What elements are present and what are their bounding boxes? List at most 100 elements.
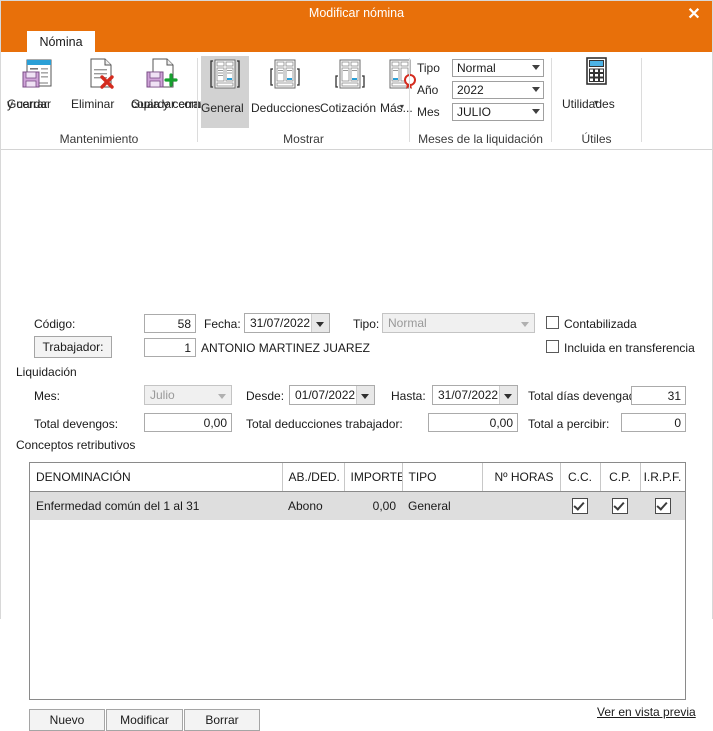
mes-value: Julio: [150, 388, 175, 402]
utilidades-button[interactable]: Utilidades ▾: [562, 56, 630, 111]
general-label: General: [201, 101, 244, 115]
cell-cp: [600, 491, 640, 520]
conceptos-grid[interactable]: DENOMINACIÓN AB./DED. IMPORTE TIPO Nº HO…: [29, 462, 686, 700]
ribbon-group-mantenimiento: Guardar y cerrar Eliminar Guardar como c…: [1, 52, 211, 148]
mas-label: Más...: [380, 101, 413, 115]
document-general-icon: [201, 56, 249, 99]
trabajador-code-input[interactable]: 1: [144, 338, 196, 357]
chevron-down-icon: [214, 386, 231, 404]
utilidades-label: Utilidades: [562, 97, 615, 111]
chevron-down-icon: [517, 314, 534, 332]
tipo-ribbon-value: Normal: [457, 61, 496, 75]
fecha-label: Fecha:: [204, 317, 241, 331]
col-importe[interactable]: IMPORTE: [344, 463, 403, 492]
total-percibir-input[interactable]: 0: [621, 413, 686, 432]
table-row[interactable]: Enfermedad común del 1 al 31 Abono 0,00 …: [30, 491, 685, 520]
total-percibir-label: Total a percibir:: [528, 417, 610, 431]
eliminar-label: Eliminar: [71, 97, 115, 111]
cotizacion-button[interactable]: Cotización: [320, 56, 380, 115]
deducciones-button[interactable]: Deducciones: [251, 56, 320, 115]
hasta-label: Hasta:: [391, 389, 426, 403]
chevron-down-icon: [532, 87, 540, 92]
hasta-value: 31/07/2022: [438, 388, 499, 402]
col-horas[interactable]: Nº HORAS: [482, 463, 561, 492]
window-title: Modificar nómina: [308, 6, 405, 20]
mes-ribbon-combo[interactable]: JULIO: [452, 103, 544, 121]
codigo-input[interactable]: 58: [144, 314, 196, 333]
ver-vista-previa-link[interactable]: Ver en vista previa: [597, 705, 696, 719]
col-denominacion[interactable]: DENOMINACIÓN: [30, 463, 283, 492]
desde-value: 01/07/2022: [295, 388, 356, 402]
col-abded[interactable]: AB./DED.: [282, 463, 345, 492]
tipo-label: Tipo:: [353, 317, 380, 331]
col-cc[interactable]: C.C.: [560, 463, 601, 492]
ribbon-group-mostrar: General Deducciones Cotización Más... ▾ …: [198, 52, 416, 148]
delete-icon: [71, 56, 129, 95]
calendar-dropdown-icon[interactable]: [356, 386, 374, 404]
codigo-label: Código:: [34, 317, 76, 331]
incluida-transferencia-label: Incluida en transferencia: [564, 341, 695, 355]
form-body: Código: 58 Fecha: 31/07/2022 Tipo: Norma…: [1, 150, 712, 731]
document-deductions-icon: [251, 56, 319, 99]
tipo-ribbon-combo[interactable]: Normal: [452, 59, 544, 77]
conceptos-table: DENOMINACIÓN AB./DED. IMPORTE TIPO Nº HO…: [30, 463, 685, 520]
ribbon-group-label-utiles: Útiles: [581, 132, 612, 146]
calendar-dropdown-icon[interactable]: [499, 386, 517, 404]
tab-nomina[interactable]: Nómina: [27, 31, 95, 52]
ano-ribbon-label: Año: [417, 83, 439, 97]
desde-datepicker[interactable]: 01/07/2022: [289, 385, 375, 405]
total-devengos-input[interactable]: 0,00: [144, 413, 232, 432]
ribbon-group-label-meses: Meses de la liquidación: [418, 132, 543, 146]
col-cp[interactable]: C.P.: [600, 463, 641, 492]
trabajador-button[interactable]: Trabajador:: [34, 336, 112, 358]
ano-ribbon-combo[interactable]: 2022: [452, 81, 544, 99]
incluida-transferencia-checkbox[interactable]: [546, 340, 559, 353]
chevron-down-icon: [532, 109, 540, 114]
col-tipo[interactable]: TIPO: [402, 463, 483, 492]
ribbon-group-label-mostrar: Mostrar: [283, 132, 324, 146]
cotizacion-label: Cotización: [320, 101, 377, 115]
calculator-icon: [562, 56, 630, 95]
contabilizada-label: Contabilizada: [564, 317, 637, 331]
cell-irpf: [640, 491, 685, 520]
nuevo-button[interactable]: Nuevo: [29, 709, 105, 731]
modificar-button[interactable]: Modificar: [106, 709, 183, 731]
col-irpf[interactable]: I.R.P.F.: [640, 463, 685, 492]
cp-checkbox[interactable]: [612, 498, 628, 514]
ribbon-group-label-mantenimiento: Mantenimiento: [59, 132, 139, 146]
mes-combo: Julio: [144, 385, 232, 405]
deducciones-label: Deducciones: [251, 101, 321, 115]
guardar-y-cerrar-button[interactable]: Guardar y cerrar: [7, 56, 69, 111]
borrar-button[interactable]: Borrar: [184, 709, 260, 731]
ano-ribbon-value: 2022: [457, 83, 484, 97]
desde-label: Desde:: [246, 389, 285, 403]
cell-tipo: General: [402, 491, 482, 520]
table-header-row: DENOMINACIÓN AB./DED. IMPORTE TIPO Nº HO…: [30, 463, 685, 492]
general-button[interactable]: General: [201, 56, 249, 128]
guardar-como-copia-button[interactable]: Guardar como copia y cerrar ▾: [131, 56, 211, 111]
total-deducciones-input[interactable]: 0,00: [428, 413, 518, 432]
hasta-datepicker[interactable]: 31/07/2022: [432, 385, 518, 405]
tipo-ribbon-label: Tipo: [417, 61, 440, 75]
ribbon-group-utiles: Utilidades ▾ Útiles: [552, 52, 641, 148]
mes-ribbon-label: Mes: [417, 105, 440, 119]
total-deducciones-label: Total deducciones trabajador:: [246, 417, 403, 431]
close-icon[interactable]: ✕: [678, 1, 710, 28]
irpf-checkbox[interactable]: [654, 498, 671, 514]
tipo-combo: Normal: [382, 313, 535, 333]
cell-horas: [482, 491, 560, 520]
trabajador-name: ANTONIO MARTINEZ JUAREZ: [201, 341, 370, 355]
liquidacion-section-label: Liquidación: [16, 365, 77, 379]
ribbon: Guardar y cerrar Eliminar Guardar como c…: [1, 52, 712, 150]
tipo-value: Normal: [388, 316, 427, 330]
total-devengos-label: Total devengos:: [34, 417, 119, 431]
total-dias-input[interactable]: 31: [631, 386, 686, 405]
cc-checkbox[interactable]: [572, 498, 588, 514]
ribbon-separator-4: [641, 58, 642, 142]
contabilizada-checkbox[interactable]: [546, 316, 559, 329]
eliminar-button[interactable]: Eliminar: [71, 56, 129, 111]
calendar-dropdown-icon[interactable]: [311, 314, 329, 332]
fecha-datepicker[interactable]: 31/07/2022: [244, 313, 330, 333]
save-as-copy-icon: [131, 56, 193, 95]
modificar-nomina-window: Modificar nómina ✕ Nómina Guardar y cerr…: [0, 0, 713, 731]
